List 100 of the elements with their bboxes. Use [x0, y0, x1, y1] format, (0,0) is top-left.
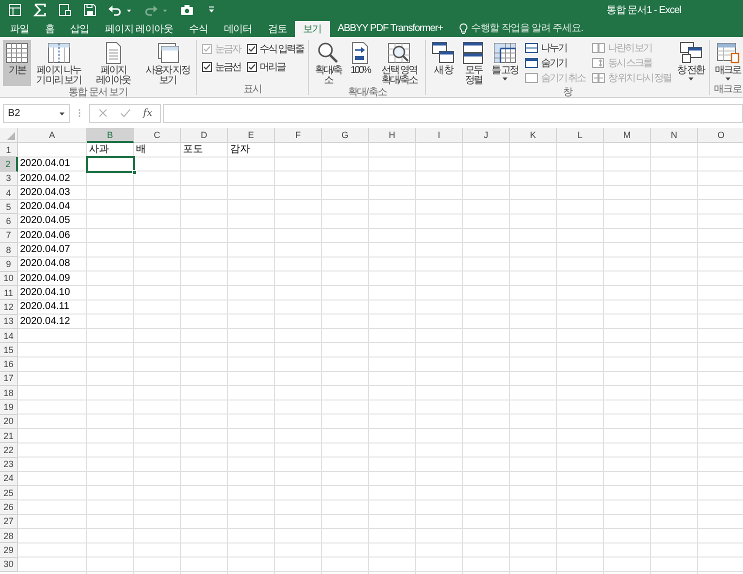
checkbox-icon[interactable] — [246, 62, 256, 72]
row-header[interactable]: 30 — [0, 558, 18, 572]
ribbon-button[interactable]: 새 창 — [429, 40, 458, 77]
ribbon-button[interactable]: 나누기 — [524, 41, 585, 54]
ribbon-tab[interactable]: 페이지 레이아웃 — [97, 20, 182, 37]
ribbon-tab[interactable]: 수식 — [181, 20, 216, 37]
row-header[interactable]: 11 — [0, 286, 18, 300]
cell-text: 2020.04.01 — [19, 157, 72, 172]
ribbon-tab[interactable]: 검토 — [260, 20, 295, 37]
window-icon — [524, 72, 540, 84]
ribbon-button[interactable]: 확대/축소 — [312, 40, 344, 87]
ribbon-tab[interactable]: 보기 — [294, 21, 330, 37]
formula-input[interactable] — [163, 104, 743, 122]
ribbon-button[interactable]: 틀 고정 — [489, 40, 520, 82]
column-header[interactable]: M — [604, 128, 651, 143]
tell-me-field[interactable]: 수행할 작업을 알려 주세요. — [470, 23, 621, 34]
row-header[interactable]: 27 — [0, 514, 18, 530]
checkbox[interactable]: 수식 입력줄 — [246, 41, 304, 57]
fill-handle[interactable] — [132, 170, 137, 175]
column-header[interactable]: N — [651, 128, 698, 143]
row-header[interactable]: 2 — [0, 157, 18, 172]
column-header[interactable]: H — [369, 128, 416, 143]
ribbon-button[interactable]: 숨기기 — [524, 56, 585, 69]
ribbon-button[interactable]: 기본 — [3, 40, 31, 86]
column-header[interactable]: C — [134, 128, 181, 143]
lightbulb-icon — [458, 22, 468, 34]
column-header[interactable]: F — [275, 128, 322, 143]
column-header[interactable]: I — [416, 128, 463, 143]
column-header[interactable]: G — [322, 128, 369, 143]
ribbon-button[interactable]: 사용자 지정 보기 — [142, 40, 193, 87]
ribbon-tab[interactable]: 파일 — [2, 20, 37, 37]
ribbon-tab[interactable]: 데이터 — [216, 20, 260, 37]
caret-icon[interactable] — [59, 112, 65, 116]
name-box[interactable]: B2 — [3, 104, 70, 122]
row-header[interactable]: 19 — [0, 400, 18, 415]
column-header[interactable]: A — [18, 128, 87, 143]
column-header[interactable]: K — [510, 128, 557, 143]
checkbox-icon[interactable] — [202, 62, 212, 72]
row-header[interactable]: 17 — [0, 372, 18, 386]
ribbon-button[interactable]: 창 전환 — [675, 40, 706, 82]
row-header[interactable]: 28 — [0, 529, 18, 544]
insert-function-button[interactable]: fx — [143, 108, 152, 118]
ribbon-tab[interactable]: 삽입 — [62, 20, 98, 37]
cell-text: 포도 — [182, 143, 204, 157]
row-header[interactable]: 1 — [0, 143, 18, 158]
checkbox[interactable]: 눈금선 — [202, 59, 240, 75]
ribbon-tab[interactable]: ABBYY PDF Transformer+ — [330, 20, 451, 37]
ribbon-button[interactable]: 선택 영역 확대/축소 — [376, 40, 422, 87]
cell-text: 2020.04.07 — [19, 243, 72, 258]
ribbon-button[interactable]: 100% — [346, 40, 374, 77]
row-header[interactable]: 12 — [0, 300, 18, 315]
group-label: 통합 문서 보기 — [67, 87, 129, 98]
row-header[interactable]: 6 — [0, 214, 18, 229]
row-header[interactable]: 24 — [0, 472, 18, 486]
row-header[interactable]: 7 — [0, 228, 18, 244]
row-header[interactable]: 23 — [0, 458, 18, 472]
save-icon[interactable] — [82, 2, 98, 18]
checkbox-icon[interactable] — [246, 44, 256, 54]
column-header[interactable]: E — [228, 128, 275, 143]
column-header[interactable]: D — [181, 128, 228, 143]
row-header[interactable]: 21 — [0, 428, 18, 444]
sheet-icon[interactable] — [7, 2, 23, 18]
check-icon[interactable] — [120, 108, 131, 118]
row-header[interactable]: 25 — [0, 486, 18, 500]
column-header[interactable]: J — [463, 128, 510, 143]
row-header[interactable]: 3 — [0, 172, 18, 186]
row-header[interactable]: 14 — [0, 328, 18, 344]
ribbon-button[interactable]: 모두 정렬 — [459, 40, 488, 87]
active-cell[interactable] — [87, 157, 134, 172]
side-by-side-icon — [590, 42, 606, 54]
ribbon-button[interactable]: 페이지 나누기 미리 보기 — [33, 40, 84, 87]
row-header[interactable]: 18 — [0, 386, 18, 400]
ribbon-tab[interactable]: 홈 — [36, 20, 62, 37]
row-header[interactable]: 5 — [0, 200, 18, 214]
row-header[interactable]: 26 — [0, 500, 18, 515]
column-header[interactable]: L — [557, 128, 604, 143]
row-header[interactable]: 10 — [0, 272, 18, 286]
row-header[interactable]: 9 — [0, 257, 18, 272]
column-header[interactable]: B — [87, 128, 134, 143]
group-label: 창 — [562, 87, 574, 98]
row-header[interactable]: 8 — [0, 243, 18, 258]
column-header[interactable]: O — [698, 128, 743, 143]
window-icon — [524, 56, 540, 68]
arrange-all-icon — [461, 41, 486, 65]
row-header[interactable]: 15 — [0, 343, 18, 358]
cell-text: 2020.04.09 — [19, 272, 72, 286]
checkbox[interactable]: 머리글 — [246, 59, 304, 75]
camera-icon[interactable] — [179, 2, 195, 18]
row-header[interactable]: 20 — [0, 414, 18, 429]
row-header[interactable]: 4 — [0, 186, 18, 200]
ribbon-button[interactable]: 매크로 — [712, 40, 742, 82]
ribbon-button[interactable]: 페이지 레이아웃 — [86, 40, 140, 87]
row-header[interactable]: 16 — [0, 357, 18, 372]
caret-icon — [688, 77, 694, 81]
row-header[interactable]: 13 — [0, 314, 18, 329]
sum-icon[interactable] — [32, 2, 48, 18]
form-icon[interactable] — [57, 2, 73, 18]
row-header[interactable]: 22 — [0, 443, 18, 458]
switch-windows-icon — [678, 41, 703, 65]
row-header[interactable]: 29 — [0, 543, 18, 558]
